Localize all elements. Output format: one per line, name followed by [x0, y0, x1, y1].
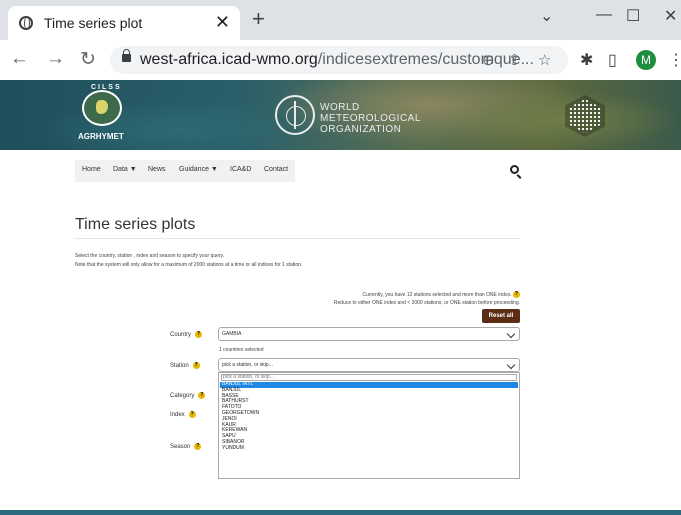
help-icon[interactable]: ? [195, 331, 203, 338]
station-search-input[interactable]: pick a station, or skip... [221, 374, 517, 381]
minimize-button[interactable]: — [596, 6, 612, 24]
browser-tab-bar: Time series plot ✕ + ⌄ — ☐ ✕ [0, 0, 681, 40]
station-placeholder: pick a station, or skip... [222, 362, 273, 368]
index-label: Index? [170, 411, 196, 419]
back-arrow-icon[interactable]: ← [10, 48, 29, 70]
share-icon[interactable]: ⇪ [508, 51, 521, 69]
icad-hex-logo[interactable] [565, 95, 605, 137]
new-tab-button[interactable]: + [252, 6, 265, 32]
side-panel-icon[interactable]: ▯ [608, 50, 617, 70]
nav-item-guidance[interactable]: Guidance ▼ [179, 166, 218, 173]
search-icon[interactable] [510, 165, 519, 174]
country-value: GAMBIA [222, 331, 242, 337]
intro-text-1: Select the country, station , index and … [75, 253, 225, 259]
forward-arrow-icon[interactable]: → [46, 48, 65, 70]
browser-toolbar: ← → ↻ west-africa.icad-wmo.org/indicesex… [0, 40, 681, 81]
site-banner: CILSS AGRHYMET WORLD METEOROLOGICAL ORGA… [0, 80, 681, 150]
agrhymet-text: AGRHYMET [78, 132, 124, 141]
title-divider [75, 238, 520, 239]
help-icon[interactable]: ? [192, 362, 200, 369]
lock-icon [122, 49, 131, 62]
profile-avatar[interactable]: M [636, 50, 656, 70]
nav-item-contact[interactable]: Contact [264, 166, 288, 173]
country-label: Country? [170, 331, 203, 339]
country-select[interactable]: GAMBIA [218, 327, 520, 341]
intro-text-2: Note that the system will only allow for… [75, 262, 303, 268]
help-icon[interactable]: ? [194, 443, 202, 450]
nav-item-icad[interactable]: ICA&D [230, 166, 251, 173]
station-select[interactable]: pick a station, or skip... [218, 358, 520, 372]
nav-item-data[interactable]: Data ▼ [113, 166, 137, 173]
tab-title: Time series plot [44, 15, 143, 31]
tab-search-icon[interactable]: ⌄ [540, 6, 553, 26]
selection-notice-1: Currently, you have 12 stations selected… [362, 291, 520, 298]
more-menu-icon[interactable]: ⋮ [668, 50, 681, 70]
station-dropdown: pick a station, or skip... BANJUL INTL B… [218, 372, 520, 479]
season-label: Season? [170, 443, 202, 451]
globe-icon [19, 16, 33, 30]
selection-notice-2: Reduce to either ONE index and < 2000 st… [333, 300, 520, 306]
reload-icon[interactable]: ↻ [80, 48, 96, 71]
window-close-button[interactable]: ✕ [664, 6, 677, 26]
cilss-logo[interactable] [82, 90, 122, 126]
bookmark-star-icon[interactable]: ☆ [538, 51, 551, 69]
page-title: Time series plots [75, 216, 196, 233]
tab-close-icon[interactable]: ✕ [215, 12, 230, 33]
help-icon[interactable]: ? [513, 291, 520, 298]
address-bar[interactable]: west-africa.icad-wmo.org/indicesextremes… [110, 46, 568, 74]
zoom-icon[interactable]: ⊖ [482, 51, 495, 69]
nav-item-home[interactable]: Home [82, 166, 101, 173]
wmo-logo[interactable] [275, 95, 315, 135]
station-label: Station? [170, 362, 200, 370]
help-icon[interactable]: ? [188, 411, 196, 418]
category-label: Category? [170, 392, 206, 400]
site-nav: Home Data ▼ News Guidance ▼ ICA&D Contac… [75, 160, 295, 182]
wmo-name: WORLD METEOROLOGICAL ORGANIZATION [320, 102, 421, 135]
nav-item-news[interactable]: News [148, 166, 166, 173]
station-list: BANJUL INTL BANJUL BASSE BATHURST FATOTO… [220, 381, 518, 452]
station-option[interactable]: YUNDUM [220, 445, 518, 452]
browser-tab[interactable]: Time series plot ✕ [8, 6, 240, 40]
country-count: 1 countries selected [219, 347, 264, 353]
extensions-icon[interactable]: ✱ [580, 50, 593, 70]
chevron-down-icon [506, 360, 516, 370]
reset-all-button[interactable]: Reset all [482, 309, 520, 323]
footer-bar [0, 510, 681, 515]
chevron-down-icon [506, 329, 516, 339]
url-text: west-africa.icad-wmo.org/indicesextremes… [140, 51, 534, 68]
maximize-button[interactable]: ☐ [626, 6, 640, 26]
help-icon[interactable]: ? [198, 392, 206, 399]
